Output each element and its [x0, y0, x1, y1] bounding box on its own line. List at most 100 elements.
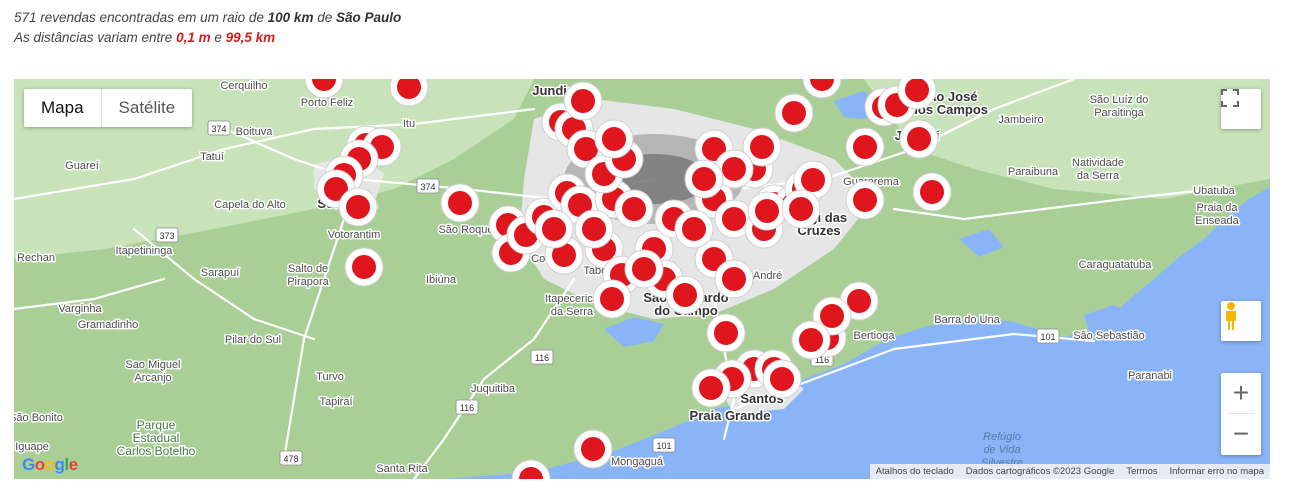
dealer-marker[interactable] [338, 187, 378, 227]
dealer-marker[interactable] [762, 359, 802, 399]
summary-line-2: As distâncias variam entre 0,1 m e 99,5 … [14, 28, 401, 48]
keyboard-shortcuts-link[interactable]: Atalhos do teclado [870, 464, 960, 479]
marker-dot [602, 127, 626, 151]
dealer-marker[interactable] [563, 81, 603, 121]
place-label: Votorantim [328, 229, 381, 241]
place-label: Salto de Pirapora [287, 263, 329, 288]
marker-dot [920, 180, 944, 204]
marker-dot [722, 207, 746, 231]
google-logo-text: Google [22, 455, 78, 474]
zoom-in-button[interactable]: + [1221, 373, 1261, 413]
google-logo-letter: e [68, 455, 78, 474]
place-label: Ubatuba [1193, 185, 1235, 197]
dealer-marker[interactable] [674, 209, 714, 249]
radius-value: 100 km [267, 10, 314, 25]
dealer-marker[interactable] [344, 247, 384, 287]
place-label: Paraibuna [1008, 166, 1059, 178]
dealer-marker[interactable] [684, 159, 724, 199]
place-label: Varginha [58, 303, 102, 315]
road-shield: 101 [652, 437, 676, 453]
map-canvas[interactable]: 374374373116116478101101116 CerquilhoPor… [14, 79, 1270, 479]
marker-dot [799, 328, 823, 352]
dealer-marker[interactable] [592, 279, 632, 319]
dealer-marker[interactable] [665, 275, 705, 315]
marker-dot [448, 191, 472, 215]
fullscreen-button[interactable] [1221, 89, 1261, 129]
dealer-marker[interactable] [845, 127, 885, 167]
zoom-out-button[interactable]: − [1221, 414, 1261, 454]
report-error-link[interactable]: Informar erro no mapa [1163, 464, 1270, 479]
marker-dot [682, 217, 706, 241]
marker-dot [692, 167, 716, 191]
dealer-marker[interactable] [781, 189, 821, 229]
google-logo[interactable]: Google [22, 455, 78, 475]
place-label: Parque Estadual Carlos Botelho [117, 418, 196, 458]
dealer-marker[interactable] [624, 249, 664, 289]
place-label: Jambeiro [998, 114, 1043, 126]
place-label: Santa Rita [376, 463, 428, 475]
dealer-marker[interactable] [691, 368, 731, 408]
road-shield: 116 [455, 399, 479, 415]
dealer-marker[interactable] [802, 79, 842, 99]
place-label: Barra do Una [934, 314, 1000, 326]
marker-dot [820, 304, 844, 328]
marker-dot [801, 168, 825, 192]
road-shield: 373 [155, 227, 179, 243]
marker-dot [722, 157, 746, 181]
dealer-marker[interactable] [573, 429, 613, 469]
place-label: Tapiraí [319, 396, 352, 408]
marker-dot [770, 367, 794, 391]
marker-dot [632, 257, 656, 281]
max-distance: 99,5 km [225, 30, 276, 45]
road-shield: 478 [279, 450, 303, 466]
svg-text:374: 374 [420, 182, 435, 192]
summary-text: de [313, 10, 336, 25]
dealer-marker[interactable] [440, 183, 480, 223]
place-label: Rechan [17, 252, 55, 264]
marker-dot [581, 437, 605, 461]
search-summary: 571 revendas encontradas em um raio de 1… [14, 8, 401, 48]
google-logo-letter: G [22, 455, 35, 474]
marker-dot [582, 217, 606, 241]
google-logo-letter: o [44, 455, 55, 474]
dealer-marker[interactable] [747, 191, 787, 231]
pegman-icon [1226, 302, 1236, 330]
dealer-marker[interactable] [791, 320, 831, 360]
terms-link[interactable]: Termos [1120, 464, 1163, 479]
map-type-control: Mapa Satélite [24, 89, 193, 127]
place-label: Sarapuí [201, 267, 240, 279]
road-shield: 116 [530, 349, 554, 365]
place-label: Natividade da Serra [1072, 157, 1124, 182]
place-label: Porto Feliz [301, 97, 354, 109]
marker-dot [847, 289, 871, 313]
dealer-marker[interactable] [774, 93, 814, 133]
reservoir [604, 317, 664, 347]
dealer-marker[interactable] [706, 313, 746, 353]
dealer-map[interactable]: 374 374 373 116 116 478 101 101 116 Cerquilho Por… [14, 79, 1270, 479]
place-label: Praia da Enseada [1195, 202, 1239, 227]
place-label: Praia Grande [690, 408, 771, 423]
svg-text:116: 116 [535, 353, 549, 363]
map-data-text: Dados cartográficos ©2023 Google [965, 466, 1115, 477]
dealer-marker[interactable] [614, 189, 654, 229]
dealer-marker[interactable] [511, 459, 551, 479]
place-label: Itapecerica da Serra [545, 293, 600, 318]
map-type-satellite-button[interactable]: Satélite [102, 89, 193, 127]
map-type-map-button[interactable]: Mapa [24, 89, 102, 127]
summary-text: e [210, 30, 226, 45]
dealer-marker[interactable] [594, 119, 634, 159]
place-label: São Luíz do Paraitinga [1090, 94, 1149, 119]
dealer-marker[interactable] [845, 180, 885, 220]
dealer-marker[interactable] [574, 209, 614, 249]
svg-text:373: 373 [159, 231, 174, 241]
map-attribution: Atalhos do teclado Dados cartográficos ©… [869, 464, 1270, 479]
zoom-control: + − [1221, 373, 1261, 455]
dealer-marker[interactable] [912, 172, 952, 212]
dealer-marker[interactable] [714, 259, 754, 299]
dealer-marker[interactable] [899, 119, 939, 159]
place-label: Tatuí [200, 151, 224, 163]
dealer-marker[interactable] [534, 209, 574, 249]
place-label: Gramadinho [78, 319, 139, 331]
marker-dot [853, 135, 877, 159]
street-view-pegman[interactable] [1221, 301, 1261, 341]
